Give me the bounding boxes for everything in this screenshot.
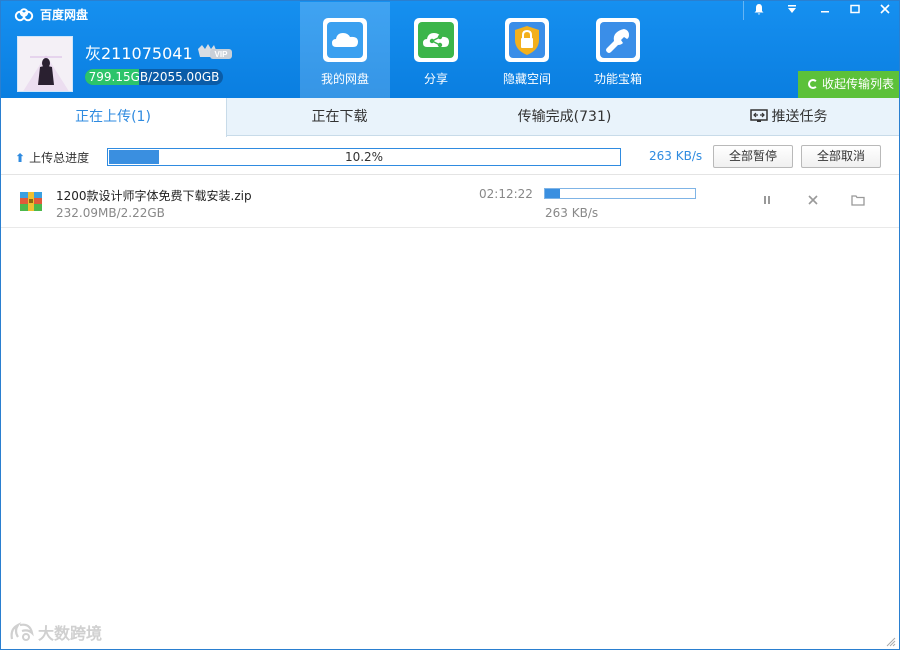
file-name: 1200款设计师字体免费下载安装.zip: [56, 189, 252, 203]
cancel-icon[interactable]: [803, 192, 823, 212]
nav-hidden-space[interactable]: 隐藏空间: [482, 2, 572, 98]
watermark: 大数跨境: [8, 620, 102, 644]
storage-quota-bar: 799.15GB/2055.00GB: [85, 69, 223, 85]
total-speed: 263 KB/s: [649, 149, 703, 163]
transfer-tabs: 正在上传(1) 正在下载 传输完成(731) 推送任务: [0, 98, 900, 137]
tab-label: 正在下载: [311, 109, 368, 125]
app-title: 百度网盘: [40, 8, 89, 22]
watermark-text: 大数跨境: [38, 624, 103, 643]
collapse-icon: [808, 79, 818, 89]
total-progress-bar: 10.2%: [107, 148, 621, 166]
task-progress-bar: [544, 188, 696, 199]
bell-icon[interactable]: [744, 2, 774, 20]
resize-grip-icon[interactable]: [886, 636, 896, 647]
nav-share[interactable]: 分享: [391, 2, 481, 98]
total-progress-label-group: ⬆ 上传总进度: [15, 149, 89, 166]
share-icon: [414, 18, 458, 62]
vip-badge[interactable]: VIP: [196, 43, 234, 61]
collapse-transfer-list-button[interactable]: 收起传输列表: [798, 71, 900, 98]
total-progress-row: ⬆ 上传总进度 10.2% 263 KB/s 全部暂停 全部取消: [0, 137, 900, 175]
push-task-icon: [749, 100, 768, 138]
tab-uploading[interactable]: 正在上传(1): [0, 98, 227, 137]
table-row[interactable]: 1200款设计师字体免费下载安装.zip 232.09MB/2.22GB 02:…: [0, 176, 900, 228]
tab-label: 传输完成(731): [517, 109, 612, 125]
wrench-icon: [596, 18, 640, 62]
storage-quota-text: 799.15GB/2055.00GB: [88, 70, 220, 84]
nav-my-cloud[interactable]: 我的网盘: [300, 2, 390, 98]
tab-label: 推送任务: [771, 109, 828, 125]
tab-completed[interactable]: 传输完成(731): [452, 98, 677, 136]
minimize-icon[interactable]: [810, 2, 840, 20]
maximize-icon[interactable]: [840, 2, 870, 20]
cancel-all-button[interactable]: 全部取消: [801, 145, 881, 168]
task-speed: 263 KB/s: [545, 206, 599, 220]
nav-label: 分享: [423, 72, 448, 86]
username[interactable]: 灰211075041: [85, 40, 193, 64]
tab-label: 正在上传(1): [75, 109, 151, 125]
nav-label: 隐藏空间: [502, 72, 551, 86]
nav-label: 我的网盘: [320, 72, 369, 86]
upload-arrow-icon: ⬆: [15, 151, 26, 165]
cloud-icon: [323, 18, 367, 62]
task-progress-fill: [545, 189, 561, 198]
baidu-cloud-logo-icon: [14, 7, 34, 21]
time-remaining: 02:12:22: [479, 187, 533, 201]
total-progress-percent: 10.2%: [344, 150, 384, 164]
app-logo: 百度网盘: [14, 6, 88, 23]
file-size: 232.09MB/2.22GB: [56, 206, 165, 220]
zip-file-icon: [19, 190, 43, 214]
tab-downloading[interactable]: 正在下载: [227, 98, 452, 136]
tab-push-tasks[interactable]: 推送任务: [677, 98, 900, 136]
lock-icon: [505, 18, 549, 62]
close-icon[interactable]: [870, 2, 900, 20]
total-progress-label: 上传总进度: [29, 151, 90, 165]
folder-icon[interactable]: [848, 192, 868, 212]
nav-toolbox[interactable]: 功能宝箱: [573, 2, 663, 98]
menu-icon[interactable]: [777, 2, 807, 20]
title-bar: 百度网盘 灰211075041 VIP 799.15GB/2055.00GB 我…: [0, 0, 900, 98]
pause-icon[interactable]: [757, 192, 777, 212]
avatar[interactable]: [17, 36, 73, 92]
watermark-logo-icon: [10, 622, 34, 641]
nav-label: 功能宝箱: [593, 72, 642, 86]
pause-all-button[interactable]: 全部暂停: [713, 145, 793, 168]
vip-label: VIP: [215, 50, 229, 59]
collapse-label: 收起传输列表: [822, 77, 895, 91]
